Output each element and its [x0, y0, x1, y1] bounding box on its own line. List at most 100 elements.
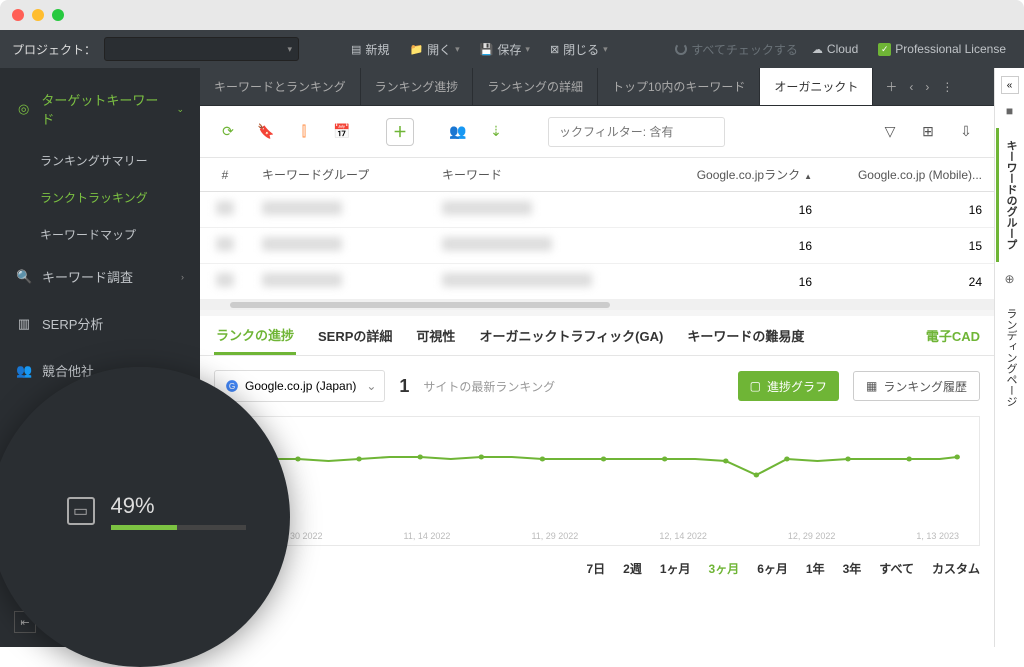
- dtab-rank-progress[interactable]: ランクの進捗: [214, 316, 296, 355]
- chart-date: 1, 13 2023: [916, 531, 959, 541]
- window-titlebar: [0, 0, 1024, 30]
- progress-bar-fill: [111, 525, 177, 530]
- col-group[interactable]: キーワードグループ: [250, 166, 430, 183]
- tab-organic[interactable]: オーガニックト: [760, 68, 873, 105]
- cell-rank1: 16: [664, 203, 824, 217]
- close-window-icon[interactable]: [12, 9, 24, 21]
- tab-ranking-progress[interactable]: ランキング進捗: [361, 68, 474, 105]
- chart-date: 12, 29 2022: [788, 531, 836, 541]
- chart-tool-icon[interactable]: ⫿: [290, 118, 318, 146]
- col-keyword[interactable]: キーワード: [430, 166, 664, 183]
- progress-graph-button[interactable]: ▢進捗グラフ: [738, 371, 839, 401]
- tab-next-button[interactable]: ›: [921, 80, 933, 94]
- range-3y[interactable]: 3年: [843, 560, 862, 577]
- file-icon: ▤: [351, 43, 361, 56]
- maximize-window-icon[interactable]: [52, 9, 64, 21]
- refresh-check-icon[interactable]: ⟳: [214, 118, 242, 146]
- range-custom[interactable]: カスタム: [932, 560, 980, 577]
- range-7d[interactable]: 7日: [586, 560, 605, 577]
- col-number[interactable]: #: [200, 168, 250, 182]
- refresh-icon: [675, 43, 687, 55]
- project-select[interactable]: ▾: [104, 37, 299, 61]
- quick-filter-input[interactable]: [548, 117, 725, 147]
- cell-rank2: 24: [824, 275, 994, 289]
- filter-icon[interactable]: ▽: [876, 118, 904, 146]
- range-6m[interactable]: 6ヶ月: [757, 560, 788, 577]
- people-icon: 👥: [16, 363, 32, 379]
- sidebar-item-keyword-research[interactable]: 🔍 キーワード調査 ›: [0, 253, 200, 300]
- add-keyword-button[interactable]: ＋: [386, 118, 414, 146]
- tab-keywords-ranking[interactable]: キーワードとランキング: [200, 68, 361, 105]
- tab-prev-button[interactable]: ‹: [905, 80, 917, 94]
- sidebar-item-serp-analysis[interactable]: ▥ SERP分析: [0, 300, 200, 347]
- range-2w[interactable]: 2週: [623, 560, 642, 577]
- col-google-mobile-rank[interactable]: Google.co.jp (Mobile)...: [824, 168, 994, 182]
- add-tab-button[interactable]: ＋: [881, 78, 901, 95]
- vtab-keyword-groups[interactable]: キーワードのグループ: [996, 128, 1023, 262]
- grid-icon[interactable]: ⊞: [914, 118, 942, 146]
- collapse-right-button[interactable]: «: [1001, 76, 1019, 94]
- tab-top10-keywords[interactable]: トップ10内のキーワード: [598, 68, 760, 105]
- range-1y[interactable]: 1年: [806, 560, 825, 577]
- chart-controls: G Google.co.jp (Japan) 1 サイトの最新ランキング ▢進捗…: [200, 356, 994, 416]
- schedule-tool-icon[interactable]: 📅: [328, 118, 356, 146]
- cloud-button[interactable]: ☁ Cloud: [806, 42, 864, 56]
- sidebar-item-target-keywords[interactable]: ◎ ターゲットキーワード ⌄: [0, 76, 200, 142]
- minimize-window-icon[interactable]: [32, 9, 44, 21]
- vtab-landing-pages[interactable]: ランディングページ: [996, 296, 1023, 419]
- cell-rank2: 15: [824, 239, 994, 253]
- blurred-value: [442, 237, 552, 251]
- dtab-organic-ga[interactable]: オーガニックトラフィック(GA): [477, 316, 665, 355]
- close-project-button[interactable]: ⊠閉じる▾: [544, 41, 614, 58]
- cloud-label: Cloud: [827, 42, 858, 56]
- cell-rank2: 16: [824, 203, 994, 217]
- right-vertical-sidebar: « ■ キーワードのグループ ⊕ ランディングページ: [994, 68, 1024, 647]
- save-button[interactable]: 💾保存▾: [474, 41, 536, 58]
- table-row[interactable]: 16 15: [200, 228, 994, 264]
- dtab-visibility[interactable]: 可視性: [414, 316, 457, 355]
- tab-menu-button[interactable]: ⋮: [937, 80, 957, 94]
- sidebar-item-label: ターゲットキーワード: [41, 90, 166, 128]
- tag-tool-icon[interactable]: 🔖: [252, 118, 280, 146]
- save-label: 保存: [497, 41, 521, 58]
- blurred-value: [262, 273, 342, 287]
- cell-rank1: 16: [664, 239, 824, 253]
- search-icon: 🔍: [16, 269, 32, 285]
- scrollbar-thumb[interactable]: [230, 302, 610, 308]
- import-tool-icon[interactable]: ⇣: [482, 118, 510, 146]
- open-button[interactable]: 📁開く▾: [403, 41, 465, 58]
- sidebar-item-rank-tracking[interactable]: ランクトラッキング: [0, 179, 200, 216]
- license-label: Professional License: [895, 42, 1006, 56]
- group-tool-icon[interactable]: 👥: [444, 118, 472, 146]
- dtab-difficulty[interactable]: キーワードの難易度: [685, 316, 806, 355]
- new-button[interactable]: ▤新規: [345, 41, 395, 58]
- btn-label: ランキング履歴: [883, 378, 967, 395]
- search-engine-select[interactable]: G Google.co.jp (Japan): [214, 370, 385, 402]
- col-google-rank[interactable]: Google.co.jpランク: [664, 166, 824, 183]
- table-row[interactable]: 16 24: [200, 264, 994, 300]
- range-1m[interactable]: 1ヶ月: [660, 560, 691, 577]
- chevron-down-icon: ▾: [603, 44, 608, 55]
- ranking-history-button[interactable]: ▦ランキング履歴: [853, 371, 980, 401]
- btn-label: 進捗グラフ: [767, 378, 827, 395]
- rank-progress-chart: 10, 30 2022 11, 14 2022 11, 29 2022 12, …: [214, 416, 980, 546]
- tab-ranking-details[interactable]: ランキングの詳細: [473, 68, 598, 105]
- progress-task-icon: ▭: [67, 497, 95, 525]
- chart-date: 11, 14 2022: [404, 531, 451, 541]
- cloud-icon: ☁: [812, 43, 823, 56]
- table-toolbar: ⟳ 🔖 ⫿ 📅 ＋ 👥 ⇣ ▽ ⊞ ⇩: [200, 106, 994, 158]
- sidebar-item-ranking-summary[interactable]: ランキングサマリー: [0, 142, 200, 179]
- range-3m[interactable]: 3ヶ月: [709, 560, 740, 577]
- dtab-serp-detail[interactable]: SERPの詳細: [316, 316, 394, 355]
- export-icon[interactable]: ⇩: [952, 118, 980, 146]
- table-row[interactable]: 16 16: [200, 192, 994, 228]
- sidebar-item-keyword-map[interactable]: キーワードマップ: [0, 216, 200, 253]
- chart-svg: [215, 427, 979, 507]
- progress-overlay: ▭ 49%: [0, 367, 290, 667]
- horizontal-scrollbar[interactable]: [200, 300, 994, 310]
- chart-date: 11, 29 2022: [531, 531, 578, 541]
- bar-chart-icon: ▥: [16, 316, 32, 332]
- sidebar-item-label: SERP分析: [42, 314, 103, 333]
- check-all-button[interactable]: すべてチェックする: [675, 41, 798, 58]
- range-all[interactable]: すべて: [879, 560, 914, 577]
